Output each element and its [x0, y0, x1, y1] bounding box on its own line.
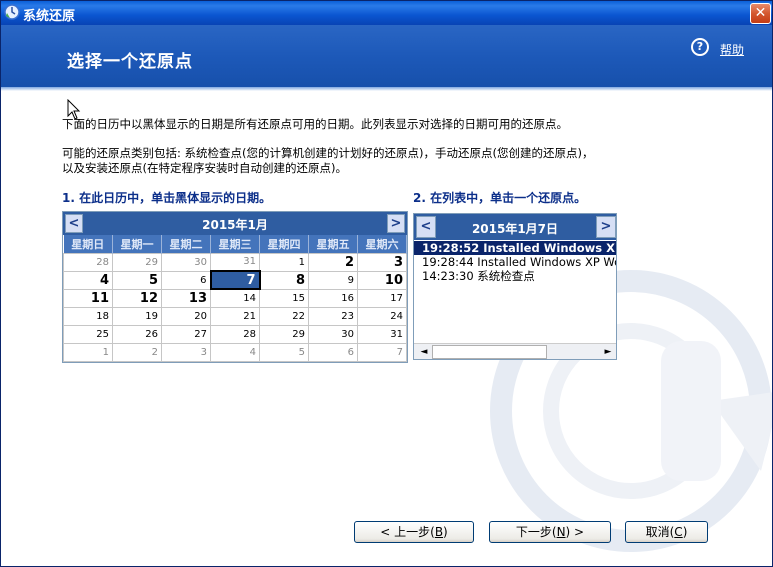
- calendar-days: 28 29 30 31 1 2 3 4 5 6 7 8 9 10 11 12 13 14 15 16 17 18 19 20 2…: [63, 252, 407, 362]
- restore-point-item[interactable]: 19:28:44 Installed Windows XP Wo: [414, 255, 616, 269]
- calendar-day[interactable]: 2: [308, 252, 358, 272]
- calendar-week-row: 11 12 13 14 15 16 17: [63, 288, 407, 308]
- calendar-day: 4: [210, 342, 260, 362]
- restore-types-text: 可能的还原点类别包括: 系统检查点(您的计算机创建的计划好的还原点)，手动还原点…: [62, 146, 594, 160]
- step-1-label: 1. 在此日历中，单击黑体显示的日期。: [62, 191, 272, 205]
- header-divider: [1, 87, 772, 91]
- calendar-week-row: 25 26 27 28 29 30 31: [63, 324, 407, 344]
- system-restore-window: 系统还原 ✕ 选择一个还原点 ? 帮助 下面的日历中以黑体显示的日期是所有还原点…: [0, 0, 773, 567]
- calendar-day: 5: [259, 342, 309, 362]
- calendar-day[interactable]: 13: [161, 288, 211, 308]
- weekday-header: 星期二: [161, 235, 211, 253]
- calendar-day-selected[interactable]: 7: [209, 270, 261, 290]
- calendar-day: 31: [357, 324, 407, 344]
- window-title: 系统还原: [23, 9, 76, 24]
- calendar-day: 3: [161, 342, 211, 362]
- intro-text: 下面的日历中以黑体显示的日期是所有还原点可用的日期。此列表显示对选择的日期可用的…: [62, 117, 568, 131]
- calendar-day[interactable]: 12: [112, 288, 162, 308]
- calendar-day: 26: [112, 324, 162, 344]
- calendar-next-month-button[interactable]: >: [387, 214, 405, 233]
- calendar-day: 1: [259, 252, 309, 272]
- system-restore-icon: [4, 4, 20, 20]
- weekday-header: 星期四: [259, 235, 309, 253]
- calendar-day: 16: [308, 288, 358, 308]
- close-icon: ✕: [754, 5, 767, 21]
- calendar-day[interactable]: 10: [357, 270, 407, 290]
- calendar-day: 19: [112, 306, 162, 326]
- weekday-header: 星期五: [308, 235, 358, 253]
- page-title: 选择一个还原点: [67, 52, 193, 72]
- calendar-day: 17: [357, 288, 407, 308]
- close-button[interactable]: ✕: [750, 3, 771, 24]
- restore-point-panel: < 2015年1月7日 > 19:28:52 Installed Windows…: [413, 213, 617, 360]
- calendar-day: 30: [161, 252, 211, 272]
- weekday-header: 星期日: [63, 235, 113, 253]
- cancel-button[interactable]: 取消(C): [625, 521, 708, 543]
- scrollbar-thumb[interactable]: [432, 345, 547, 359]
- back-button[interactable]: < 上一步(B): [354, 521, 474, 543]
- calendar-day: 30: [308, 324, 358, 344]
- weekday-header: 星期六: [357, 235, 407, 253]
- restore-point-list[interactable]: 19:28:52 Installed Windows XP 19:28:44 I…: [414, 241, 616, 283]
- restore-types-text-2: 以及安装还原点(在特定程序安装时自动创建的还原点)。: [62, 161, 347, 175]
- title-bar[interactable]: 系统还原 ✕: [1, 1, 772, 25]
- horizontal-scrollbar[interactable]: ◄ ►: [414, 343, 616, 359]
- calendar-day: 6: [161, 270, 211, 290]
- calendar-day: 29: [112, 252, 162, 272]
- calendar-day: 21: [210, 306, 260, 326]
- calendar-day: 1: [63, 342, 113, 362]
- restore-point-header: < 2015年1月7日 >: [414, 214, 616, 240]
- calendar-day: 22: [259, 306, 309, 326]
- calendar-day[interactable]: 3: [357, 252, 407, 272]
- weekday-row: 星期日 星期一 星期二 星期三 星期四 星期五 星期六: [63, 235, 407, 253]
- calendar-day: 18: [63, 306, 113, 326]
- weekday-header: 星期一: [112, 235, 162, 253]
- calendar-day: 28: [210, 324, 260, 344]
- calendar-day: 29: [259, 324, 309, 344]
- scroll-right-icon[interactable]: ►: [601, 345, 615, 359]
- help-icon[interactable]: ?: [691, 38, 709, 56]
- calendar-week-row: 18 19 20 21 22 23 24: [63, 306, 407, 326]
- help-link[interactable]: 帮助: [720, 41, 744, 58]
- calendar-day: 31: [210, 252, 260, 272]
- calendar-header: < 2015年1月 >: [63, 212, 407, 235]
- restore-point-item[interactable]: 19:28:52 Installed Windows XP: [414, 241, 616, 255]
- calendar-grid: 星期日 星期一 星期二 星期三 星期四 星期五 星期六 28 29 30 31 1 2 3 4…: [63, 235, 407, 362]
- calendar-day: 23: [308, 306, 358, 326]
- calendar-day: 20: [161, 306, 211, 326]
- calendar-week-row: 1234567: [63, 342, 407, 362]
- calendar-day[interactable]: 11: [63, 288, 113, 308]
- restore-date-label: 2015年1月7日: [471, 222, 559, 236]
- calendar-day: 28: [63, 252, 113, 272]
- calendar-month-label: 2015年1月: [202, 218, 268, 232]
- calendar-day: 24: [357, 306, 407, 326]
- step-2-label: 2. 在列表中，单击一个还原点。: [413, 191, 587, 205]
- calendar-day[interactable]: 8: [259, 270, 309, 290]
- next-button[interactable]: 下一步(N) >: [489, 521, 611, 543]
- header-band: 选择一个还原点 ? 帮助: [1, 25, 772, 87]
- calendar-day[interactable]: 5: [112, 270, 162, 290]
- weekday-header: 星期三: [210, 235, 260, 253]
- calendar-week-row: 28 29 30 31 1 2 3: [63, 252, 407, 272]
- calendar-day: 6: [308, 342, 358, 362]
- restore-point-item[interactable]: 14:23:30 系统检查点: [414, 269, 616, 283]
- calendar-day: 27: [161, 324, 211, 344]
- calendar-day: 25: [63, 324, 113, 344]
- restore-calendar[interactable]: < 2015年1月 > 星期日 星期一 星期二 星期三 星期四 星期五 星期六 …: [62, 211, 408, 363]
- calendar-week-row: 4 5 6 7 8 9 10: [63, 270, 407, 290]
- restore-date-next-button[interactable]: >: [596, 216, 616, 238]
- calendar-day: 9: [308, 270, 358, 290]
- calendar-day: 14: [210, 288, 260, 308]
- scroll-left-icon[interactable]: ◄: [417, 345, 431, 359]
- calendar-day: 15: [259, 288, 309, 308]
- calendar-day: 2: [112, 342, 162, 362]
- calendar-day: 7: [357, 342, 407, 362]
- calendar-day[interactable]: 4: [63, 270, 113, 290]
